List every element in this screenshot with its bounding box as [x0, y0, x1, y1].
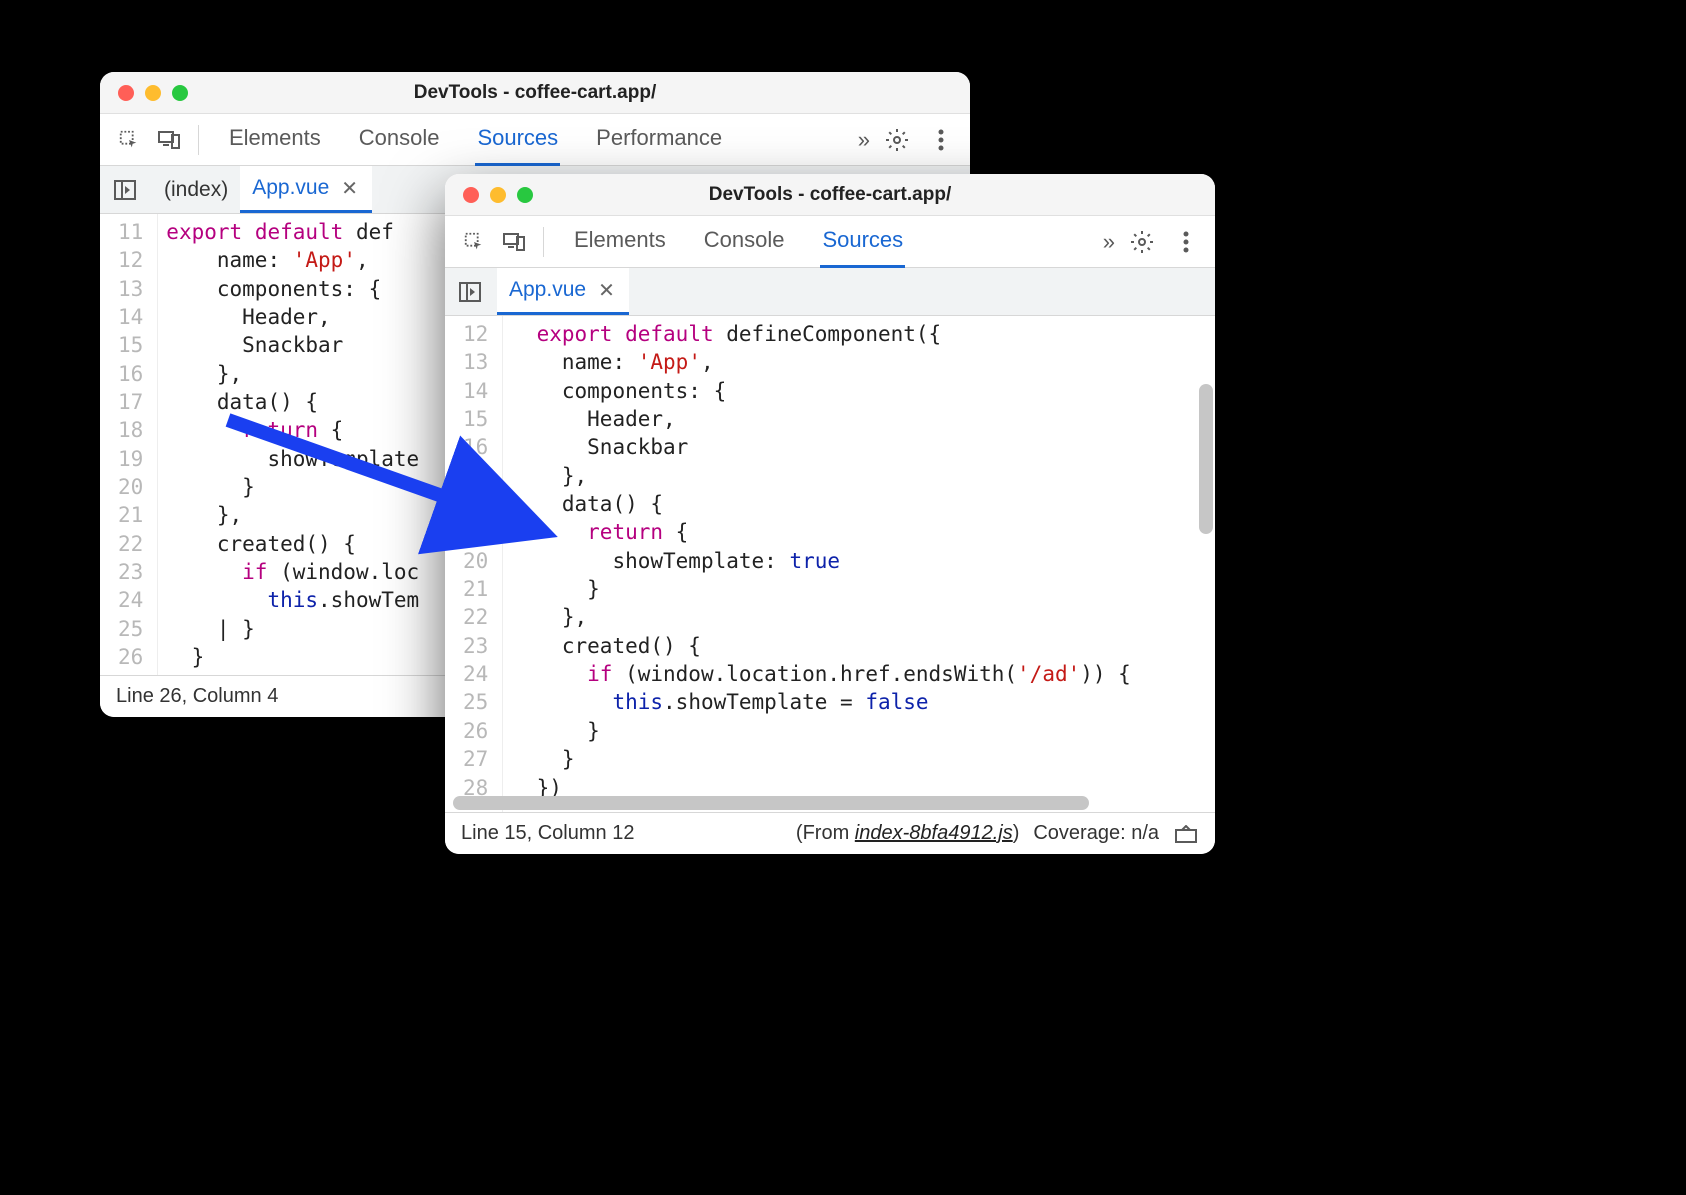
file-tab-index[interactable]: (index)	[152, 166, 240, 213]
tab-elements[interactable]: Elements	[572, 215, 668, 268]
line-gutter: 1213141516171819202122232425262728	[445, 316, 503, 812]
close-tab-icon[interactable]: ✕	[339, 176, 360, 201]
scrollbar-vertical[interactable]	[1199, 324, 1213, 788]
sourcemap-link[interactable]: index-8bfa4912.js	[855, 822, 1013, 844]
cursor-position: Line 15, Column 12	[461, 822, 634, 845]
file-tab-label: App.vue	[509, 278, 586, 302]
tab-elements[interactable]: Elements	[227, 113, 323, 166]
close-window-button[interactable]	[463, 187, 479, 203]
toolbar: Elements Console Sources »	[445, 216, 1215, 268]
kebab-menu-icon[interactable]	[926, 125, 956, 155]
settings-icon[interactable]	[1127, 227, 1157, 257]
devtools-window-b: DevTools - coffee-cart.app/ Elements Con…	[445, 174, 1215, 854]
select-element-icon[interactable]	[459, 227, 489, 257]
separator	[543, 227, 544, 257]
settings-icon[interactable]	[882, 125, 912, 155]
close-window-button[interactable]	[118, 85, 134, 101]
panel-toggle-icon[interactable]	[110, 175, 140, 205]
tab-console[interactable]: Console	[357, 113, 442, 166]
minimize-window-button[interactable]	[490, 187, 506, 203]
panel-tabs: Elements Console Sources	[572, 215, 905, 268]
file-tab-label: (index)	[164, 178, 228, 202]
titlebar[interactable]: DevTools - coffee-cart.app/	[445, 174, 1215, 216]
cursor-position: Line 26, Column 4	[116, 685, 278, 708]
tab-sources[interactable]: Sources	[475, 113, 560, 166]
separator	[198, 125, 199, 155]
tab-performance[interactable]: Performance	[594, 113, 724, 166]
file-tabs: App.vue ✕	[445, 268, 1215, 316]
file-tab-label: App.vue	[252, 176, 329, 200]
more-tabs-icon[interactable]: »	[858, 127, 868, 153]
select-element-icon[interactable]	[114, 125, 144, 155]
code-editor[interactable]: 1213141516171819202122232425262728 expor…	[445, 316, 1215, 812]
line-gutter: 111213141516171819202122232425262728	[100, 214, 158, 675]
fullscreen-window-button[interactable]	[517, 187, 533, 203]
device-toggle-icon[interactable]	[499, 227, 529, 257]
file-tab-app[interactable]: App.vue ✕	[497, 268, 629, 315]
drawer-toggle-icon[interactable]	[1173, 821, 1199, 847]
file-tab-app[interactable]: App.vue ✕	[240, 166, 372, 213]
device-toggle-icon[interactable]	[154, 125, 184, 155]
panel-toggle-icon[interactable]	[455, 277, 485, 307]
minimize-window-button[interactable]	[145, 85, 161, 101]
tab-sources[interactable]: Sources	[820, 215, 905, 268]
titlebar[interactable]: DevTools - coffee-cart.app/	[100, 72, 970, 114]
fullscreen-window-button[interactable]	[172, 85, 188, 101]
status-bar: Line 15, Column 12 (From index-8bfa4912.…	[445, 812, 1215, 854]
more-tabs-icon[interactable]: »	[1103, 229, 1113, 255]
window-title: DevTools - coffee-cart.app/	[100, 82, 970, 104]
sourcemap-origin: (From index-8bfa4912.js)	[796, 822, 1019, 845]
scrollbar-horizontal[interactable]	[453, 796, 1193, 810]
coverage-status: Coverage: n/a	[1033, 822, 1159, 845]
code-body[interactable]: export default defineComponent({ name: '…	[503, 316, 1215, 812]
kebab-menu-icon[interactable]	[1171, 227, 1201, 257]
traffic-lights	[445, 187, 533, 203]
window-title: DevTools - coffee-cart.app/	[445, 184, 1215, 206]
toolbar: Elements Console Sources Performance »	[100, 114, 970, 166]
close-tab-icon[interactable]: ✕	[596, 278, 617, 303]
panel-tabs: Elements Console Sources Performance	[227, 113, 724, 166]
tab-console[interactable]: Console	[702, 215, 787, 268]
traffic-lights	[100, 85, 188, 101]
